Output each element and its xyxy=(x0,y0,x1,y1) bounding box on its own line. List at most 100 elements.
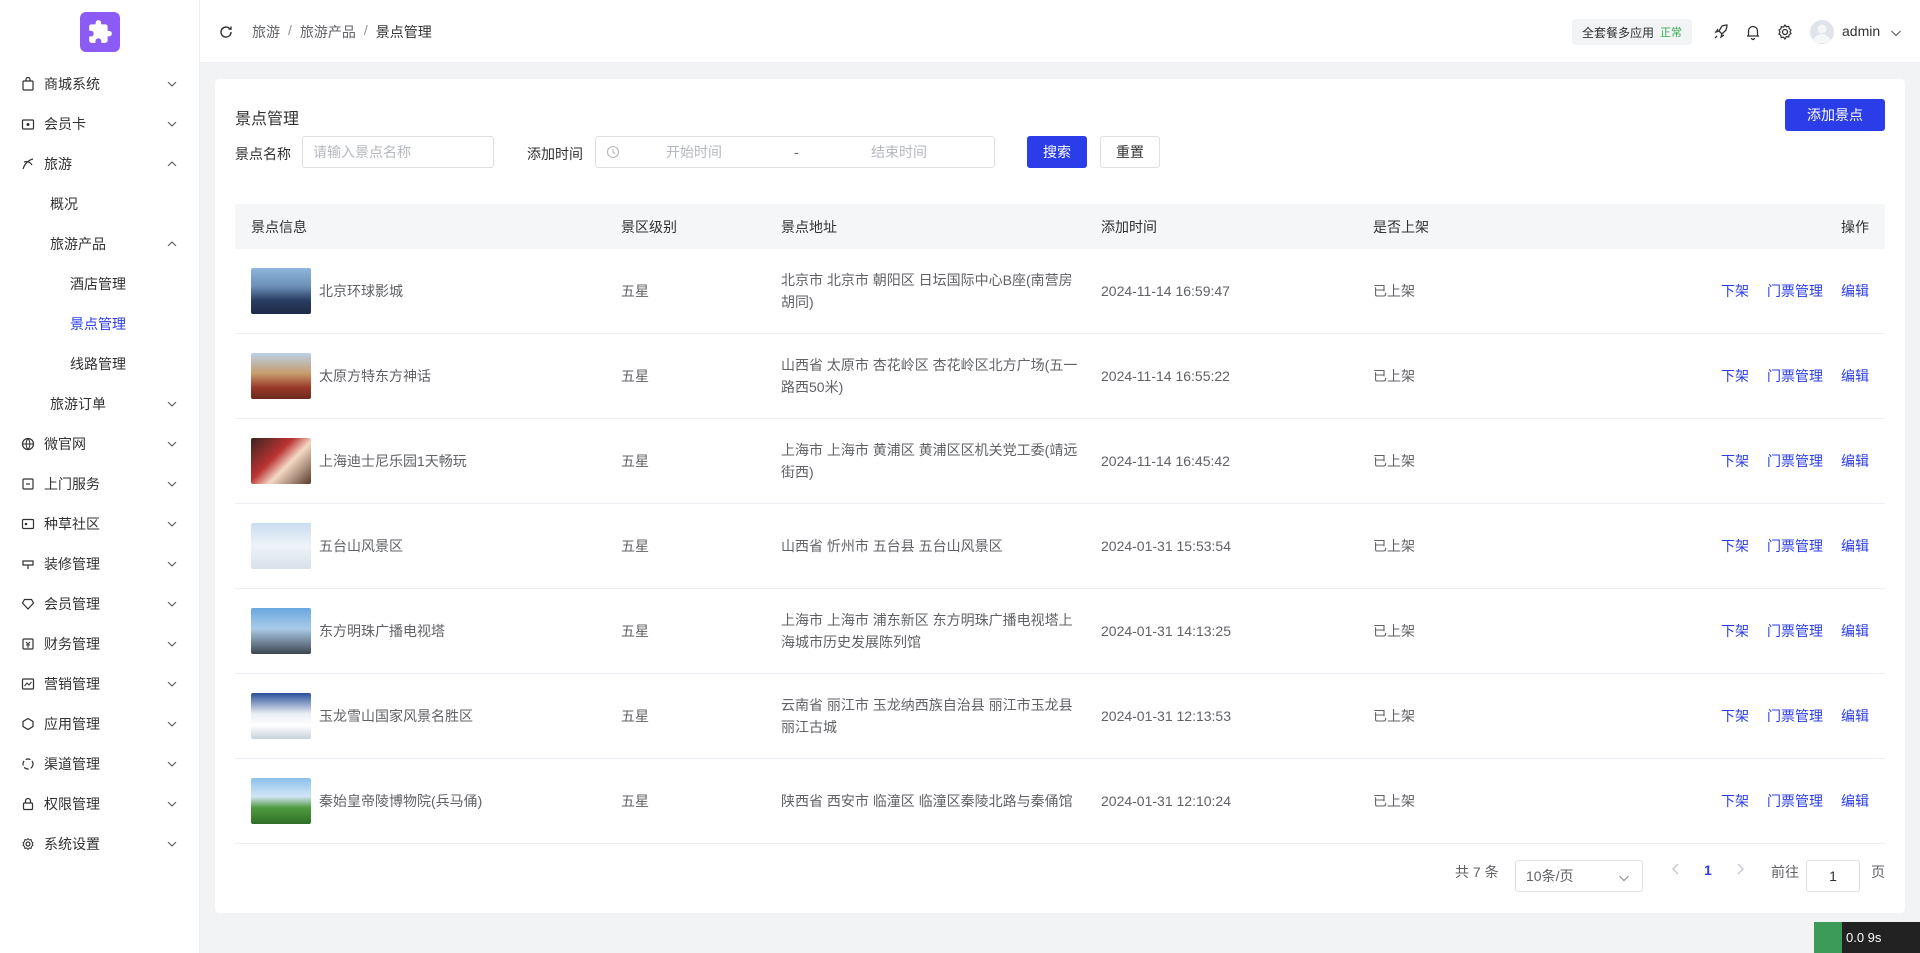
refresh-icon[interactable] xyxy=(218,24,234,40)
column-header: 是否上架 xyxy=(1373,218,1429,235)
card-icon xyxy=(20,116,36,132)
breadcrumb-item[interactable]: 旅游 xyxy=(252,22,280,42)
sidebar-item-label: 装修管理 xyxy=(44,556,100,572)
end-time-field[interactable]: 结束时间 xyxy=(871,142,927,162)
puzzle-icon xyxy=(89,20,112,43)
edit-button[interactable]: 编辑 xyxy=(1841,791,1869,811)
bell-icon[interactable] xyxy=(1744,23,1762,41)
sidebar-item-microsite[interactable]: 微官网 xyxy=(0,424,200,464)
breadcrumb-separator: / xyxy=(288,22,292,38)
sidebar-item-label: 应用管理 xyxy=(44,716,100,732)
sidebar-item-label: 系统设置 xyxy=(44,836,100,852)
sidebar-item-apps[interactable]: 应用管理 xyxy=(0,704,200,744)
app-icon xyxy=(20,716,36,732)
sidebar-item-label: 景点管理 xyxy=(70,316,126,332)
sidebar-item-channels[interactable]: 渠道管理 xyxy=(0,744,200,784)
scenic-name-input[interactable] xyxy=(302,136,494,168)
chevron-down-icon xyxy=(166,78,178,90)
chevron-down-icon xyxy=(166,118,178,130)
listing-status: 已上架 xyxy=(1373,538,1415,554)
scenic-info-cell: 玉龙雪山国家风景名胜区 xyxy=(235,693,621,739)
plan-badge[interactable]: 全套餐多应用 正常 xyxy=(1572,19,1693,45)
ticket-manage-button[interactable]: 门票管理 xyxy=(1767,536,1823,556)
unlist-button[interactable]: 下架 xyxy=(1721,366,1749,386)
added-time: 2024-11-14 16:55:22 xyxy=(1101,368,1230,384)
sidebar-item-scenic[interactable]: 景点管理 xyxy=(0,304,200,344)
globe-icon xyxy=(20,436,36,452)
scenic-address: 陕西省 西安市 临潼区 临潼区秦陵北路与秦俑馆 xyxy=(781,793,1073,809)
sidebar-item-marketing[interactable]: 营销管理 xyxy=(0,664,200,704)
unlist-button[interactable]: 下架 xyxy=(1721,706,1749,726)
ticket-manage-button[interactable]: 门票管理 xyxy=(1767,706,1823,726)
sidebar-item-finance[interactable]: 财务管理 xyxy=(0,624,200,664)
edit-button[interactable]: 编辑 xyxy=(1841,451,1869,471)
ticket-manage-button[interactable]: 门票管理 xyxy=(1767,451,1823,471)
scenic-address: 北京市 北京市 朝阳区 日坛国际中心B座(南营房胡同) xyxy=(781,272,1073,310)
sidebar-item-mall[interactable]: 商城系统 xyxy=(0,64,200,104)
page-size-select[interactable]: 10条/页 xyxy=(1515,860,1643,892)
floating-widget[interactable]: 0.0 9s xyxy=(1814,922,1920,953)
goto-label: 前往 xyxy=(1771,864,1799,880)
sidebar-item-hotel[interactable]: 酒店管理 xyxy=(0,264,200,304)
start-time-field[interactable]: 开始时间 xyxy=(666,142,722,162)
page-number-current[interactable]: 1 xyxy=(1704,862,1712,878)
unlist-button[interactable]: 下架 xyxy=(1721,281,1749,301)
prev-page-icon[interactable] xyxy=(1671,862,1681,879)
column-header: 操作 xyxy=(1841,218,1869,235)
column-header: 景区级别 xyxy=(621,218,677,235)
scenic-name: 北京环球影城 xyxy=(319,283,403,299)
ticket-manage-button[interactable]: 门票管理 xyxy=(1767,791,1823,811)
sidebar-item-decoration[interactable]: 装修管理 xyxy=(0,544,200,584)
sidebar-item-home-service[interactable]: 上门服务 xyxy=(0,464,200,504)
edit-button[interactable]: 编辑 xyxy=(1841,536,1869,556)
next-page-icon[interactable] xyxy=(1735,862,1745,879)
date-range-picker[interactable]: 开始时间 - 结束时间 xyxy=(595,136,995,168)
ticket-manage-button[interactable]: 门票管理 xyxy=(1767,281,1823,301)
scenic-info-cell: 东方明珠广播电视塔 xyxy=(235,608,621,654)
sidebar-item-travel-orders[interactable]: 旅游订单 xyxy=(0,384,200,424)
unlist-button[interactable]: 下架 xyxy=(1721,451,1749,471)
sidebar-item-travel-products[interactable]: 旅游产品 xyxy=(0,224,200,264)
member-icon xyxy=(20,596,36,612)
sidebar-item-overview[interactable]: 概况 xyxy=(0,184,200,224)
scenic-info-cell: 太原方特东方神话 xyxy=(235,353,621,399)
search-button[interactable]: 搜索 xyxy=(1027,136,1087,168)
listing-status: 已上架 xyxy=(1373,283,1415,299)
rocket-icon[interactable] xyxy=(1712,23,1730,41)
unlist-button[interactable]: 下架 xyxy=(1721,621,1749,641)
travel-icon xyxy=(20,156,36,172)
unlist-button[interactable]: 下架 xyxy=(1721,536,1749,556)
sidebar-item-label: 种草社区 xyxy=(44,516,100,532)
lock-icon xyxy=(20,796,36,812)
scenic-info-cell: 上海迪士尼乐园1天畅玩 xyxy=(235,438,621,484)
sidebar-item-members[interactable]: 会员管理 xyxy=(0,584,200,624)
sidebar-item-member-card[interactable]: 会员卡 xyxy=(0,104,200,144)
table-row: 北京环球影城 五星 北京市 北京市 朝阳区 日坛国际中心B座(南营房胡同) 20… xyxy=(235,249,1885,334)
ticket-manage-button[interactable]: 门票管理 xyxy=(1767,621,1823,641)
breadcrumb-item[interactable]: 旅游产品 xyxy=(300,22,356,42)
sidebar-item-permissions[interactable]: 权限管理 xyxy=(0,784,200,824)
unlist-button[interactable]: 下架 xyxy=(1721,791,1749,811)
sidebar-item-travel[interactable]: 旅游 xyxy=(0,144,200,184)
sidebar-item-routes[interactable]: 线路管理 xyxy=(0,344,200,384)
reset-button[interactable]: 重置 xyxy=(1100,136,1160,168)
user-name[interactable]: admin xyxy=(1842,23,1880,39)
edit-button[interactable]: 编辑 xyxy=(1841,281,1869,301)
finance-icon xyxy=(20,636,36,652)
edit-button[interactable]: 编辑 xyxy=(1841,706,1869,726)
decorate-icon xyxy=(20,556,36,572)
app-logo[interactable] xyxy=(80,12,120,52)
ticket-manage-button[interactable]: 门票管理 xyxy=(1767,366,1823,386)
goto-page-input[interactable] xyxy=(1806,860,1860,892)
edit-button[interactable]: 编辑 xyxy=(1841,366,1869,386)
scenic-level: 五星 xyxy=(621,538,649,554)
sidebar-item-settings[interactable]: 系统设置 xyxy=(0,824,200,864)
plan-label: 全套餐多应用 xyxy=(1582,25,1655,40)
side-menu: 商城系统 会员卡 旅游 概况 旅游产品 酒店管理 景点管理 线路管理 旅游订单 … xyxy=(0,64,200,864)
chevron-down-icon[interactable] xyxy=(1890,26,1902,38)
avatar[interactable] xyxy=(1810,20,1834,44)
add-scenic-button[interactable]: 添加景点 xyxy=(1785,99,1885,131)
edit-button[interactable]: 编辑 xyxy=(1841,621,1869,641)
sidebar-item-community[interactable]: 种草社区 xyxy=(0,504,200,544)
gear-icon[interactable] xyxy=(1776,23,1794,41)
